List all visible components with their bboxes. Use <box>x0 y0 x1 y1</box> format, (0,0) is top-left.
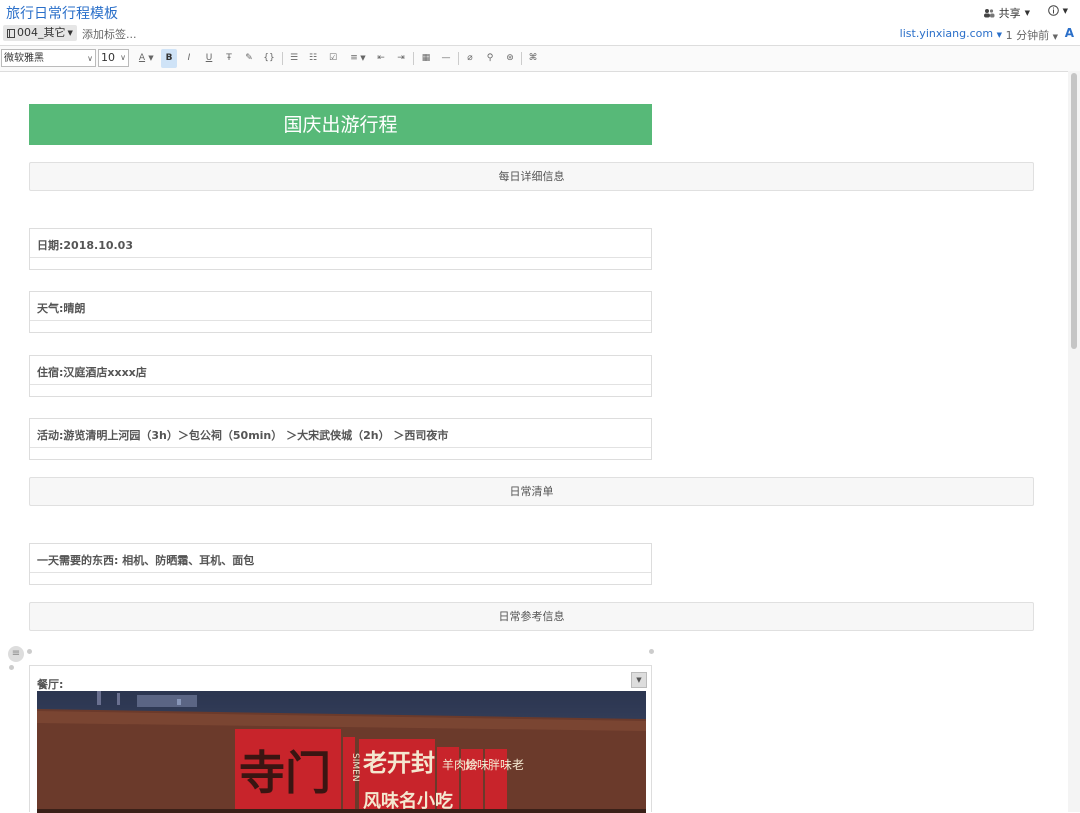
checkbox-icon[interactable]: ☑ <box>325 51 341 66</box>
note-title[interactable]: 旅行日常行程模板 <box>6 3 118 23</box>
chevron-down-icon: ∨ <box>87 54 93 63</box>
lodging-box[interactable]: 住宿:汉庭酒店xxxx店 <box>29 355 652 397</box>
toolbar-divider <box>458 52 459 65</box>
restaurant-box[interactable]: 餐厅: ▼ 寺门 老开封 风味名小吃 SIMEN 羊肉炒 烩味 胖味老 <box>29 665 652 813</box>
font-family-select[interactable]: 微软雅黑 ∨ <box>1 49 96 67</box>
tag-bar: 004_其它 ▼ 添加标签... list.yinxiang.com ▼ 1 分… <box>0 24 1080 44</box>
italic-button[interactable]: I <box>181 51 197 66</box>
weather-box[interactable]: 天气:晴朗 <box>29 291 652 333</box>
divider <box>30 320 651 321</box>
chevron-down-icon: ▼ <box>996 31 1002 39</box>
toolbar-divider <box>282 52 283 65</box>
format-toolbar: 微软雅黑 ∨ 10 ∨ A ▼ B I U Ŧ ✎ {} ☰ ☷ ☑ ≡ ▼ ⇤ ⇥… <box>0 45 1080 72</box>
note-banner: 国庆出游行程 <box>29 104 652 145</box>
info-button[interactable]: ▼ <box>1047 5 1068 16</box>
add-tag-input[interactable]: 添加标签... <box>82 26 137 42</box>
notebook-icon <box>7 28 15 38</box>
restaurant-photo-graphic: 寺门 老开封 风味名小吃 SIMEN 羊肉炒 烩味 胖味老 <box>37 691 646 813</box>
photo-sign-brand: 老开封 <box>363 748 435 777</box>
date-box[interactable]: 日期:2018.10.03 <box>29 228 652 270</box>
source-url-text: list.yinxiang.com <box>899 27 994 40</box>
chevron-down-icon: ▼ <box>1052 33 1058 41</box>
block-handle-icon[interactable]: ≡ <box>8 646 24 662</box>
toolbar-divider <box>521 52 522 65</box>
share-button[interactable]: 共享 ▼ <box>983 5 1030 21</box>
shortcut-icon[interactable]: ⌘ <box>525 51 541 66</box>
restaurant-label: 餐厅: <box>37 678 64 691</box>
divider <box>30 384 651 385</box>
underline-button[interactable]: U <box>201 51 217 66</box>
link-icon[interactable]: ⚲ <box>482 51 498 66</box>
notebook-name: 004_其它 <box>17 26 66 39</box>
table-icon[interactable]: ▦ <box>418 51 434 66</box>
attachment-icon[interactable]: ⌀ <box>462 51 478 66</box>
section-header-daily-checklist: 日常清单 <box>29 477 1034 506</box>
indent-icon[interactable]: ⇥ <box>393 51 409 66</box>
chevron-down-icon: ▼ <box>67 29 73 37</box>
time-ago-text: 1 分钟前 <box>1005 29 1050 42</box>
resize-handle[interactable] <box>9 665 14 670</box>
weather-text: 天气:晴朗 <box>37 302 86 315</box>
photo-sign-small3: 胖味老 <box>488 758 524 772</box>
font-size-select[interactable]: 10 ∨ <box>98 49 129 67</box>
notebook-selector[interactable]: 004_其它 ▼ <box>3 25 77 41</box>
outdent-icon[interactable]: ⇤ <box>373 51 389 66</box>
share-label: 共享 <box>998 7 1021 20</box>
bold-button[interactable]: B <box>161 49 177 68</box>
chevron-down-icon[interactable]: ▼ <box>631 672 647 688</box>
chevron-down-icon: ▼ <box>1062 6 1068 15</box>
note-editor[interactable]: 国庆出游行程 每日详细信息 日期:2018.10.03 天气:晴朗 住宿:汉庭酒… <box>0 71 1068 813</box>
restaurant-photo: 寺门 老开封 风味名小吃 SIMEN 羊肉炒 烩味 胖味老 <box>37 691 646 813</box>
font-icon[interactable]: A <box>1065 26 1074 40</box>
highlight-icon[interactable]: ✎ <box>241 51 257 66</box>
date-text: 日期:2018.10.03 <box>37 239 133 252</box>
encrypt-icon[interactable]: ⊛ <box>502 51 518 66</box>
checklist-box[interactable]: 一天需要的东西: 相机、防晒霜、耳机、面包 <box>29 543 652 585</box>
checklist-text: 一天需要的东西: 相机、防晒霜、耳机、面包 <box>37 554 255 567</box>
toolbar-divider <box>413 52 414 65</box>
chevron-down-icon[interactable]: ▼ <box>146 51 156 66</box>
activity-box[interactable]: 活动:游览清明上河园（3h）＞包公祠（50min） ＞大宋武侠城（2h） ＞西司… <box>29 418 652 460</box>
time-ago[interactable]: 1 分钟前 ▼ <box>1006 27 1058 43</box>
scrollbar-thumb[interactable] <box>1071 73 1077 349</box>
bullet-list-icon[interactable]: ☰ <box>286 51 302 66</box>
photo-sign-main: 寺门 <box>239 746 331 800</box>
divider <box>30 447 651 448</box>
resize-handle[interactable] <box>27 649 32 654</box>
resize-handle[interactable] <box>649 649 654 654</box>
font-size-value: 10 <box>101 51 115 64</box>
source-url-link[interactable]: list.yinxiang.com ▼ <box>900 27 1002 40</box>
font-family-value: 微软雅黑 <box>4 53 44 64</box>
photo-sign-vertical: SIMEN <box>350 753 360 782</box>
code-icon[interactable]: {} <box>261 51 277 66</box>
divider <box>30 572 651 573</box>
activity-text: 活动:游览清明上河园（3h）＞包公祠（50min） ＞大宋武侠城（2h） ＞西司… <box>37 429 449 442</box>
chevron-down-icon: ∨ <box>120 53 126 62</box>
info-icon <box>1047 5 1059 16</box>
scrollbar[interactable] <box>1068 71 1080 812</box>
lodging-text: 住宿:汉庭酒店xxxx店 <box>37 366 147 379</box>
users-icon <box>983 9 995 18</box>
title-bar: 旅行日常行程模板 共享 ▼ ▼ <box>0 0 1080 24</box>
section-header-daily-details: 每日详细信息 <box>29 162 1034 191</box>
photo-sign-small2: 烩味 <box>465 757 489 772</box>
numbered-list-icon[interactable]: ☷ <box>305 51 321 66</box>
divider <box>30 257 651 258</box>
horizontal-rule-icon[interactable]: — <box>438 51 454 66</box>
strikethrough-button[interactable]: Ŧ <box>221 51 237 66</box>
chevron-down-icon: ▼ <box>1024 9 1030 17</box>
photo-sign-sub: 风味名小吃 <box>363 790 453 812</box>
section-header-reference: 日常参考信息 <box>29 602 1034 631</box>
chevron-down-icon[interactable]: ▼ <box>358 51 368 66</box>
